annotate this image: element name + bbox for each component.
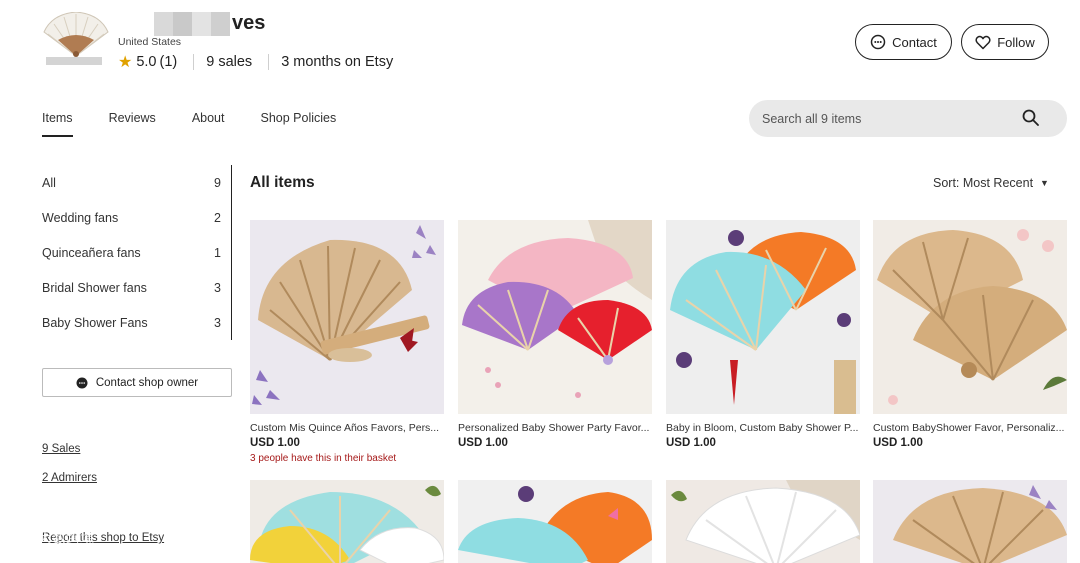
owner-name-redacted xyxy=(46,57,102,65)
section-item-baby-shower-fans[interactable]: Baby Shower Fans 3 xyxy=(42,305,231,340)
sort-label: Sort: Most Recent xyxy=(933,176,1034,190)
shop-tabs: Items Reviews About Shop Policies xyxy=(42,108,372,138)
search-input[interactable]: Search all 9 items xyxy=(749,100,1067,137)
section-item-wedding-fans[interactable]: Wedding fans 2 xyxy=(42,200,231,235)
search-placeholder: Search all 9 items xyxy=(762,111,862,126)
listing-image[interactable] xyxy=(873,480,1067,563)
follow-button[interactable]: Follow xyxy=(961,24,1049,60)
listing-title[interactable]: Baby in Bloom, Custom Baby Shower P... xyxy=(666,422,860,434)
sales-count: 9 xyxy=(206,54,215,70)
heart-icon xyxy=(975,35,991,50)
shop-name-redacted xyxy=(154,12,230,36)
listing-price: USD 1.00 xyxy=(250,437,300,449)
listing-image[interactable] xyxy=(458,220,652,414)
watermark: 大数跨境 xyxy=(6,527,94,549)
chat-icon xyxy=(870,34,886,50)
shop-age-label: on Etsy xyxy=(344,54,394,70)
sidebar: All 9 Wedding fans 2 Quinceañera fans 1 … xyxy=(42,165,232,544)
caret-down-icon: ▼ xyxy=(1040,178,1049,188)
shop-age: 3 months xyxy=(281,54,341,70)
shop-logo[interactable] xyxy=(42,12,110,58)
section-count: 1 xyxy=(214,245,221,260)
contact-button-label: Contact xyxy=(892,34,937,50)
section-label: Baby Shower Fans xyxy=(42,315,148,330)
listing-price: USD 1.00 xyxy=(666,437,716,449)
shop-stats: ★ 5.0 (1) 9 sales 3 months on Etsy xyxy=(118,52,393,72)
listing-card[interactable]: Custom BabyShower Favor, Personaliz... U… xyxy=(873,220,1067,449)
chat-icon xyxy=(76,377,88,389)
section-label: Quinceañera fans xyxy=(42,245,141,260)
sales-label: sales xyxy=(218,54,253,70)
star-icon: ★ xyxy=(118,54,133,71)
page-title: All items xyxy=(250,174,315,191)
listing-card[interactable]: Personalized Baby Shower Party Favor... … xyxy=(458,220,652,449)
section-count: 3 xyxy=(214,315,221,330)
follow-button-label: Follow xyxy=(997,34,1035,50)
listing-image[interactable] xyxy=(873,220,1067,414)
section-item-quinceanera-fans[interactable]: Quinceañera fans 1 xyxy=(42,235,231,270)
listing-title[interactable]: Personalized Baby Shower Party Favor... xyxy=(458,422,652,434)
listing-card[interactable]: Baby in Bloom, Custom Baby Shower P... U… xyxy=(666,220,860,449)
shop-header: ves United States ★ 5.0 (1) 9 sales 3 mo… xyxy=(42,10,1052,80)
sort-dropdown[interactable]: Sort: Most Recent ▼ xyxy=(933,176,1049,190)
contact-button[interactable]: Contact xyxy=(855,24,952,60)
tab-shop-policies[interactable]: Shop Policies xyxy=(260,108,336,138)
section-list: All 9 Wedding fans 2 Quinceañera fans 1 … xyxy=(42,165,232,340)
listing-title[interactable]: Custom Mis Quince Años Favors, Pers... xyxy=(250,422,444,434)
listing-image[interactable] xyxy=(250,220,444,414)
section-count: 9 xyxy=(214,175,221,190)
section-count: 3 xyxy=(214,280,221,295)
shop-rating: 5.0 xyxy=(136,54,157,70)
shop-name: ves xyxy=(232,12,266,34)
listing-image[interactable] xyxy=(666,480,860,563)
listing-image[interactable] xyxy=(458,480,652,563)
section-label: All xyxy=(42,175,56,190)
divider xyxy=(268,54,270,70)
section-label: Bridal Shower fans xyxy=(42,280,147,295)
listing-image[interactable] xyxy=(250,480,444,563)
contact-shop-owner-label: Contact shop owner xyxy=(95,376,199,389)
listing-image[interactable] xyxy=(666,220,860,414)
admirers-link[interactable]: 2 Admirers xyxy=(42,472,97,484)
listing-price: USD 1.00 xyxy=(873,437,923,449)
tab-reviews[interactable]: Reviews xyxy=(109,108,156,138)
watermark-logo-icon xyxy=(6,528,29,548)
basket-note: 3 people have this in their basket xyxy=(250,453,397,464)
divider xyxy=(193,54,195,70)
shop-location: United States xyxy=(118,36,182,48)
search-icon[interactable] xyxy=(1022,109,1039,129)
listing-price: USD 1.00 xyxy=(458,437,508,449)
contact-shop-owner-button[interactable]: Contact shop owner xyxy=(42,368,232,397)
tab-items[interactable]: Items xyxy=(42,108,73,138)
watermark-text: 大数跨境 xyxy=(38,530,94,546)
rating-count[interactable]: (1) xyxy=(160,54,178,70)
listing-title[interactable]: Custom BabyShower Favor, Personaliz... xyxy=(873,422,1067,434)
section-count: 2 xyxy=(214,210,221,225)
section-item-bridal-shower-fans[interactable]: Bridal Shower fans 3 xyxy=(42,270,231,305)
section-item-all[interactable]: All 9 xyxy=(42,165,231,200)
sales-link[interactable]: 9 Sales xyxy=(42,443,80,455)
listing-card[interactable]: Custom Mis Quince Años Favors, Pers... U… xyxy=(250,220,444,464)
section-label: Wedding fans xyxy=(42,210,119,225)
tab-about[interactable]: About xyxy=(192,108,225,138)
